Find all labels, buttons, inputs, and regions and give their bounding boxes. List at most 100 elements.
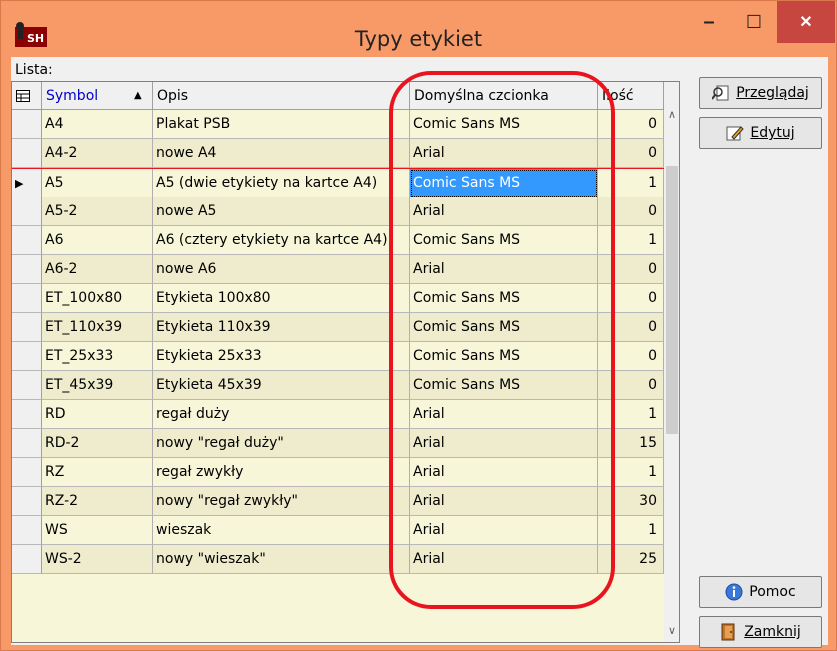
label-types-grid[interactable]: Symbol ▲ Opis Domyślna czcionka Ilość A4…	[11, 81, 680, 643]
cell-font[interactable]: Arial	[410, 516, 598, 545]
cell-qty[interactable]: 0	[598, 197, 664, 226]
table-row[interactable]: A4 Plakat PSB Comic Sans MS 0	[12, 110, 664, 139]
column-header-symbol[interactable]: Symbol ▲	[42, 82, 153, 110]
row-indicator[interactable]	[12, 226, 42, 255]
table-row[interactable]: A5-2 nowe A5 Arial 0	[12, 197, 664, 226]
cell-symbol[interactable]: RZ	[42, 458, 153, 487]
cell-qty[interactable]: 30	[598, 487, 664, 516]
cell-font[interactable]: Arial	[410, 255, 598, 284]
cell-opis[interactable]: regał duży	[153, 400, 410, 429]
column-header-qty[interactable]: Ilość	[598, 82, 664, 110]
cell-qty[interactable]: 1	[598, 400, 664, 429]
cell-symbol[interactable]: A4-2	[42, 139, 153, 168]
maximize-button[interactable]: ☐	[732, 1, 776, 43]
row-indicator[interactable]	[12, 545, 42, 574]
cell-symbol[interactable]: A5-2	[42, 197, 153, 226]
cell-qty[interactable]: 0	[598, 313, 664, 342]
cell-symbol[interactable]: A4	[42, 110, 153, 139]
cell-symbol[interactable]: ET_25x33	[42, 342, 153, 371]
cell-font[interactable]: Arial	[410, 400, 598, 429]
cell-opis[interactable]: nowy "wieszak"	[153, 545, 410, 574]
row-indicator[interactable]	[12, 400, 42, 429]
table-row[interactable]: RD-2 nowy "regał duży" Arial 15	[12, 429, 664, 458]
row-indicator[interactable]	[12, 371, 42, 400]
row-indicator[interactable]	[12, 342, 42, 371]
cell-opis[interactable]: wieszak	[153, 516, 410, 545]
column-header-font[interactable]: Domyślna czcionka	[410, 82, 598, 110]
scrollbar-thumb[interactable]	[666, 166, 678, 434]
table-row[interactable]: WS wieszak Arial 1	[12, 516, 664, 545]
cell-opis[interactable]: A6 (cztery etykiety na kartce A4)	[153, 226, 410, 255]
table-row[interactable]: A6 A6 (cztery etykiety na kartce A4) Comic…	[12, 226, 664, 255]
cell-opis[interactable]: Etykieta 45x39	[153, 371, 410, 400]
cell-qty[interactable]: 0	[598, 371, 664, 400]
cell-opis[interactable]: nowe A5	[153, 197, 410, 226]
column-chooser-icon[interactable]	[12, 82, 42, 110]
cell-symbol[interactable]: WS	[42, 516, 153, 545]
cell-font[interactable]: Comic Sans MS	[410, 110, 598, 139]
row-indicator[interactable]	[12, 139, 42, 168]
cell-opis[interactable]: A5 (dwie etykiety na kartce A4)	[153, 169, 410, 198]
cell-font[interactable]: Arial	[410, 429, 598, 458]
row-indicator[interactable]	[12, 197, 42, 226]
cell-font[interactable]: Comic Sans MS	[410, 284, 598, 313]
cell-opis[interactable]: Etykieta 100x80	[153, 284, 410, 313]
cell-font[interactable]: Comic Sans MS	[410, 371, 598, 400]
row-indicator[interactable]	[12, 458, 42, 487]
table-row[interactable]: ET_110x39 Etykieta 110x39 Comic Sans MS 0	[12, 313, 664, 342]
cell-opis[interactable]: Etykieta 25x33	[153, 342, 410, 371]
cell-qty[interactable]: 0	[598, 284, 664, 313]
cell-font[interactable]: Arial	[410, 545, 598, 574]
edit-button[interactable]: Edytuj	[699, 117, 822, 149]
close-button[interactable]: Zamknij	[699, 616, 822, 648]
table-row[interactable]: ▶ A5 A5 (dwie etykiety na kartce A4) Comic …	[12, 168, 664, 198]
cell-symbol[interactable]: RD-2	[42, 429, 153, 458]
vertical-scrollbar[interactable]: ∧ ∨	[664, 82, 679, 642]
cell-symbol[interactable]: RD	[42, 400, 153, 429]
cell-symbol[interactable]: A6	[42, 226, 153, 255]
cell-qty[interactable]: 1	[598, 226, 664, 255]
cell-symbol[interactable]: WS-2	[42, 545, 153, 574]
cell-opis[interactable]: regał zwykły	[153, 458, 410, 487]
cell-qty[interactable]: 0	[598, 110, 664, 139]
cell-font[interactable]: Arial	[410, 139, 598, 168]
help-button[interactable]: Pomoc	[699, 576, 822, 608]
row-indicator[interactable]	[12, 429, 42, 458]
cell-symbol[interactable]: ET_100x80	[42, 284, 153, 313]
column-header-opis[interactable]: Opis	[153, 82, 410, 110]
minimize-button[interactable]: –	[687, 1, 731, 43]
row-indicator[interactable]	[12, 487, 42, 516]
row-indicator[interactable]	[12, 110, 42, 139]
cell-opis[interactable]: Plakat PSB	[153, 110, 410, 139]
row-indicator[interactable]: ▶	[12, 169, 42, 198]
cell-qty[interactable]: 25	[598, 545, 664, 574]
table-row[interactable]: WS-2 nowy "wieszak" Arial 25	[12, 545, 664, 574]
cell-symbol[interactable]: ET_110x39	[42, 313, 153, 342]
row-indicator[interactable]	[12, 255, 42, 284]
row-indicator[interactable]	[12, 516, 42, 545]
table-row[interactable]: ET_45x39 Etykieta 45x39 Comic Sans MS 0	[12, 371, 664, 400]
title-bar[interactable]: SH Typy etykiet – ☐ ✕	[1, 1, 836, 57]
cell-symbol[interactable]: A5	[42, 169, 153, 198]
cell-qty[interactable]: 0	[598, 342, 664, 371]
cell-font[interactable]: Comic Sans MS	[410, 226, 598, 255]
cell-opis[interactable]: nowe A6	[153, 255, 410, 284]
cell-qty[interactable]: 0	[598, 139, 664, 168]
table-row[interactable]: ET_100x80 Etykieta 100x80 Comic Sans MS 0	[12, 284, 664, 313]
cell-qty[interactable]: 1	[598, 458, 664, 487]
scroll-down-icon[interactable]: ∨	[664, 620, 679, 640]
row-indicator[interactable]	[12, 284, 42, 313]
cell-font[interactable]: Arial	[410, 487, 598, 516]
cell-opis[interactable]: Etykieta 110x39	[153, 313, 410, 342]
cell-font[interactable]: Comic Sans MS	[410, 313, 598, 342]
cell-qty[interactable]: 0	[598, 255, 664, 284]
cell-qty[interactable]: 1	[598, 169, 664, 198]
cell-symbol[interactable]: RZ-2	[42, 487, 153, 516]
cell-font[interactable]: Comic Sans MS	[410, 342, 598, 371]
cell-opis[interactable]: nowy "regał zwykły"	[153, 487, 410, 516]
cell-font[interactable]: Comic Sans MS	[410, 169, 598, 198]
cell-qty[interactable]: 15	[598, 429, 664, 458]
table-row[interactable]: RZ regał zwykły Arial 1	[12, 458, 664, 487]
cell-opis[interactable]: nowy "regał duży"	[153, 429, 410, 458]
table-row[interactable]: RD regał duży Arial 1	[12, 400, 664, 429]
